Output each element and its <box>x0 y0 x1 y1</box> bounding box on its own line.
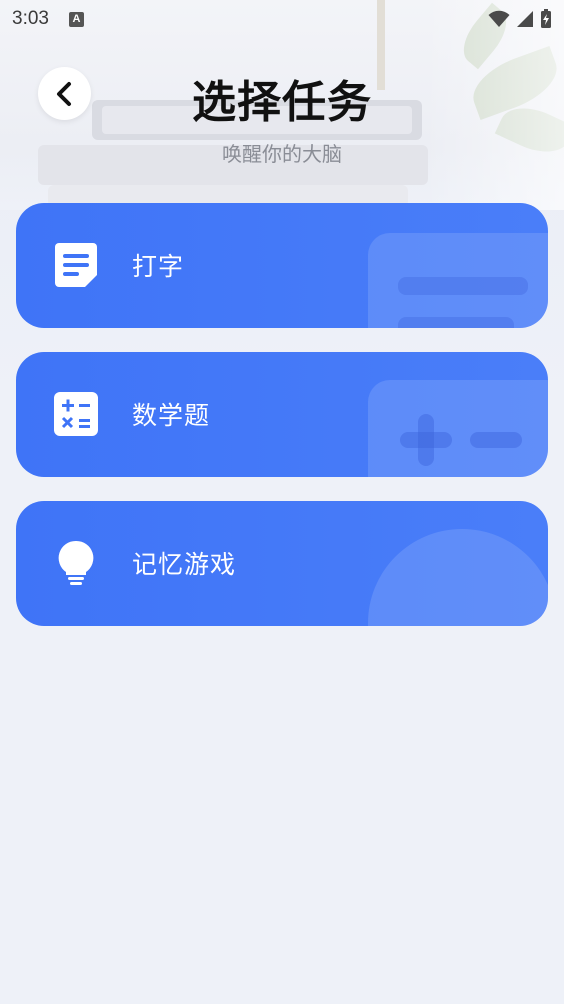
task-list: 打字 数学题 记忆游戏 <box>16 203 548 650</box>
card-decoration <box>368 380 548 477</box>
task-label-math: 数学题 <box>132 401 211 430</box>
status-bar: 3:03 A <box>0 0 564 38</box>
battery-charging-icon <box>541 9 551 28</box>
task-label-memory-game: 记忆游戏 <box>132 550 237 579</box>
page-title: 选择任务 <box>192 77 372 128</box>
card-decoration <box>368 529 548 626</box>
task-card-typing[interactable]: 打字 <box>16 203 548 328</box>
wifi-icon <box>488 10 510 27</box>
task-card-math[interactable]: 数学题 <box>16 352 548 477</box>
a-icon: A <box>68 11 84 27</box>
lightbulb-icon <box>54 540 98 585</box>
task-card-memory-game[interactable]: 记忆游戏 <box>16 501 548 626</box>
task-label-typing: 打字 <box>132 252 185 281</box>
calculator-icon <box>54 392 98 436</box>
card-decoration <box>368 233 548 328</box>
page-subtitle: 唤醒你的大脑 <box>222 142 342 166</box>
status-time: 3:03 <box>12 8 49 29</box>
document-lines-icon <box>54 243 98 287</box>
signal-icon <box>517 11 533 27</box>
status-icons <box>488 9 552 29</box>
